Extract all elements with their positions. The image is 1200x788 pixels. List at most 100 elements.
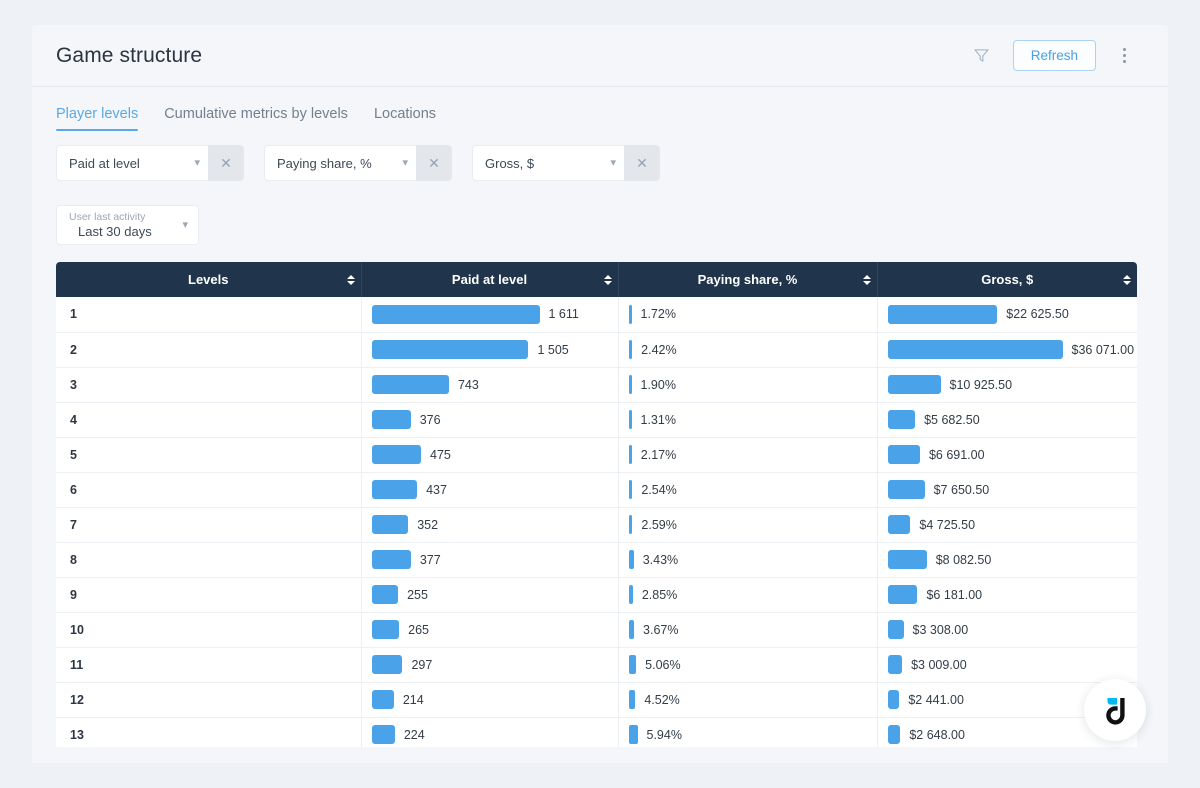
cell-level: 3: [56, 367, 362, 403]
share-value: 2.54%: [641, 482, 677, 497]
cell-paying-share: 3.43%: [618, 542, 878, 578]
gross-value: $8 082.50: [935, 552, 992, 567]
paid-bar: [371, 480, 418, 499]
gross-bar: [887, 375, 941, 394]
cell-level: 13: [56, 717, 362, 747]
paid-value: 224: [403, 727, 425, 742]
chevron-down-icon: ▾: [402, 156, 408, 169]
filter-bar: Paid at level ▾ ✕ Paying share, % ▾ ✕ Gr…: [32, 131, 1168, 245]
table-row: 1 1 611 1.72% $22 625.50: [56, 297, 1137, 333]
clear-metric-1-button[interactable]: ✕: [208, 145, 244, 181]
cell-paid-at-level: 255: [361, 577, 619, 613]
share-bar: [628, 550, 634, 569]
user-last-activity-select[interactable]: User last activity Last 30 days ▾: [56, 205, 199, 245]
gross-bar: [887, 340, 1063, 359]
chevron-down-icon: ▾: [194, 156, 200, 169]
metric-select-3[interactable]: Gross, $ ▾: [472, 145, 624, 181]
table-header-row: Levels Paid at level Paying share, % Gro…: [56, 262, 1137, 297]
funnel-icon[interactable]: [969, 43, 995, 69]
cell-gross: $6 181.00: [877, 577, 1137, 613]
table-row: 3 743 1.90% $10 925.50: [56, 367, 1137, 403]
devtodev-d-logo: [1106, 698, 1125, 725]
paid-bar: [371, 375, 449, 394]
cell-paying-share: 1.72%: [618, 297, 878, 333]
gross-value: $2 648.00: [909, 727, 965, 742]
cell-paid-at-level: 475: [361, 437, 619, 473]
sort-arrows-icon[interactable]: [1123, 274, 1131, 285]
tab-locations[interactable]: Locations: [374, 106, 436, 131]
gross-bar: [887, 585, 918, 604]
gross-bar: [887, 655, 903, 674]
share-value: 2.17%: [640, 447, 677, 462]
cell-paid-at-level: 377: [361, 542, 619, 578]
column-header-gross[interactable]: Gross, $: [877, 262, 1137, 297]
paid-bar: [371, 340, 529, 359]
gross-bar: [887, 550, 927, 569]
table-row: 9 255 2.85% $6 181.00: [56, 577, 1137, 613]
metric-select-1[interactable]: Paid at level ▾: [56, 145, 208, 181]
paid-bar: [371, 620, 400, 639]
share-bar: [628, 304, 632, 324]
kebab-menu-icon[interactable]: [1114, 43, 1134, 69]
column-header-gross-label: Gross, $: [981, 272, 1034, 287]
gross-bar: [887, 690, 900, 709]
tab-player-levels[interactable]: Player levels: [56, 106, 139, 131]
cell-gross: $10 925.50: [877, 367, 1137, 403]
cell-paid-at-level: 376: [361, 402, 619, 438]
cell-paid-at-level: 1 505: [361, 332, 619, 368]
column-header-levels-label: Levels: [188, 272, 229, 287]
share-bar: [628, 410, 632, 429]
metric-select-2[interactable]: Paying share, % ▾: [264, 145, 416, 181]
column-header-paying-share[interactable]: Paying share, %: [618, 262, 878, 297]
gross-value: $22 625.50: [1006, 307, 1069, 322]
paid-bar: [371, 690, 394, 709]
paid-bar: [371, 515, 409, 534]
gross-value: $3 308.00: [912, 622, 969, 637]
cell-level: 12: [56, 682, 362, 718]
chevron-down-icon: ▾: [610, 156, 616, 169]
tab-cumulative-metrics[interactable]: Cumulative metrics by levels: [164, 106, 348, 131]
table-row: 7 352 2.59% $4 725.50: [56, 507, 1137, 543]
cell-level: 11: [56, 647, 362, 683]
column-header-levels[interactable]: Levels: [56, 262, 362, 297]
cell-paying-share: 2.17%: [618, 437, 878, 473]
gross-value: $3 009.00: [911, 657, 967, 672]
cell-paid-at-level: 743: [361, 367, 619, 403]
cell-gross: $36 071.00: [877, 332, 1137, 368]
clear-metric-2-button[interactable]: ✕: [416, 145, 452, 181]
gross-bar: [887, 515, 911, 534]
gross-value: $4 725.50: [919, 517, 976, 532]
column-header-paid-at-level[interactable]: Paid at level: [361, 262, 619, 297]
gross-bar: [887, 445, 920, 464]
share-bar: [628, 725, 638, 744]
refresh-button[interactable]: Refresh: [1012, 40, 1096, 71]
game-structure-card: Game structure Refresh Player levels Cum…: [32, 25, 1168, 763]
clear-metric-3-button[interactable]: ✕: [624, 145, 660, 181]
cell-level: 6: [56, 472, 362, 508]
gross-bar: [887, 480, 925, 499]
cell-level: 9: [56, 577, 362, 613]
user-last-activity-value: Last 30 days: [78, 224, 152, 239]
levels-table: Levels Paid at level Paying share, % Gro…: [56, 262, 1137, 747]
table-row: 11 297 5.06% $3 009.00: [56, 647, 1137, 683]
sort-arrows-icon[interactable]: [346, 274, 355, 285]
gross-value: $2 441.00: [908, 692, 964, 707]
table-row: 4 376 1.31% $5 682.50: [56, 402, 1137, 438]
cell-level: 5: [56, 437, 362, 473]
metric-filter-2: Paying share, % ▾ ✕: [264, 145, 452, 181]
sort-arrows-icon[interactable]: [862, 274, 871, 285]
sort-arrows-icon[interactable]: [603, 274, 612, 285]
table-row: 2 1 505 2.42% $36 071.00: [56, 332, 1137, 368]
share-value: 2.42%: [641, 342, 677, 357]
paid-value: 297: [411, 657, 433, 672]
cell-gross: $5 682.50: [877, 402, 1137, 438]
devtodev-logo-button[interactable]: [1084, 679, 1146, 741]
metric-filter-1: Paid at level ▾ ✕: [56, 145, 244, 181]
gross-value: $5 682.50: [924, 412, 980, 427]
table-row: 10 265 3.67% $3 308.00: [56, 612, 1137, 648]
cell-gross: $4 725.50: [877, 507, 1137, 543]
table-body: 1 1 611 1.72% $22 625.50 2 1 505 2.42% $36 071.…: [56, 297, 1137, 747]
metric-select-1-value: Paid at level: [69, 155, 140, 171]
share-bar: [628, 445, 632, 464]
cell-paying-share: 2.42%: [618, 332, 878, 368]
